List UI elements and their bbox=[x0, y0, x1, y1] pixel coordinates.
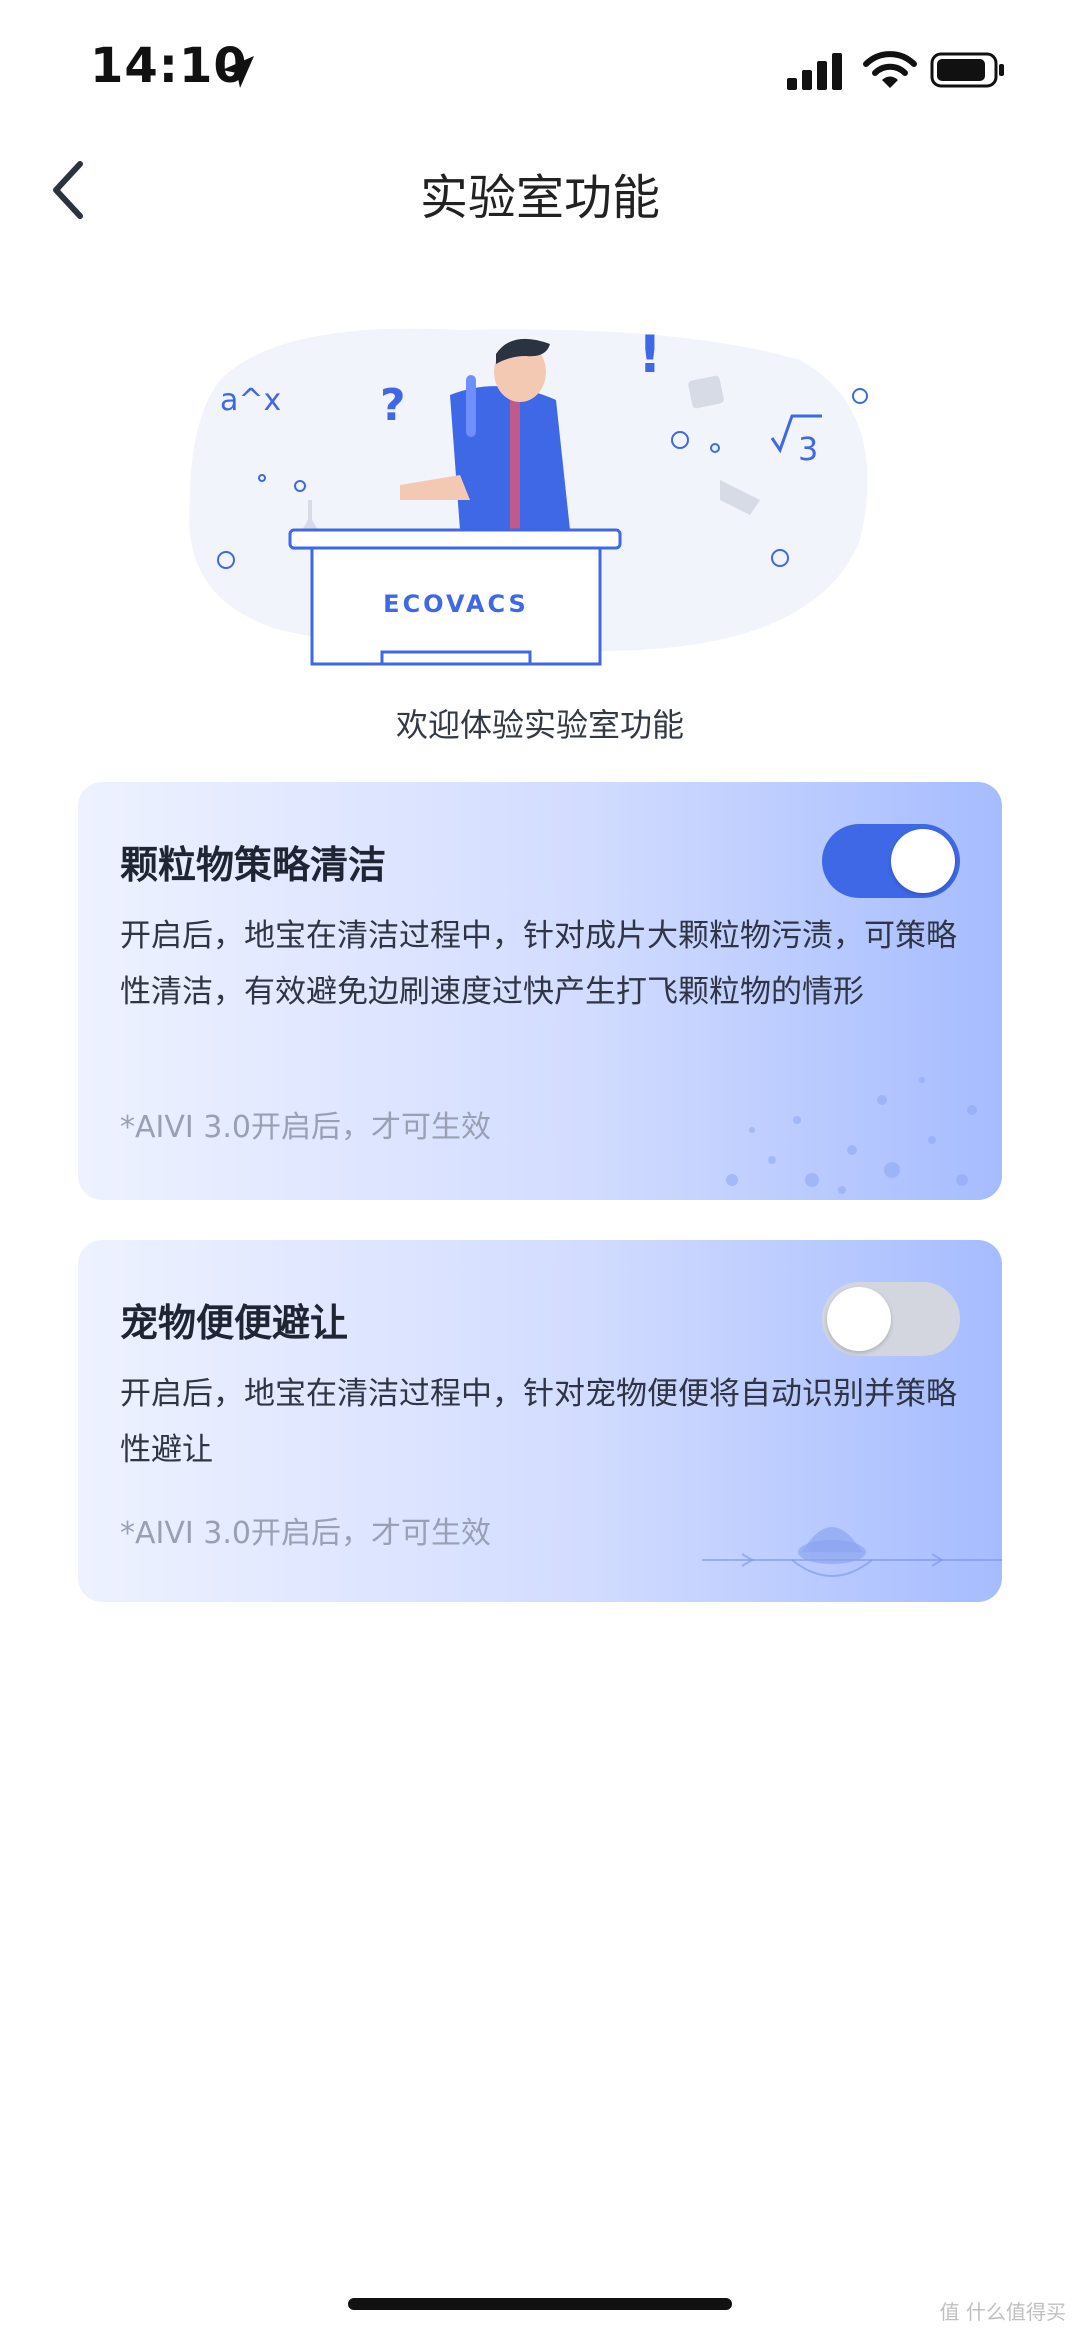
card-description: 开启后，地宝在清洁过程中，针对成片大颗粒物污渍，可策略性清洁，有效避免边刷速度过… bbox=[120, 918, 957, 1010]
cellular-signal-icon bbox=[787, 53, 842, 90]
watermark: 值 什么值得买 bbox=[939, 2300, 1066, 2324]
lab-illustration: a^x ? ! 3 ECOVACS bbox=[189, 325, 868, 666]
particle-cleaning-toggle[interactable] bbox=[822, 824, 960, 898]
card-note: *AIVI 3.0开启后，才可生效 bbox=[120, 1110, 491, 1145]
question-mark-text: ? bbox=[380, 380, 406, 431]
particles-decoration bbox=[726, 1077, 977, 1194]
exclaim-text: ! bbox=[638, 325, 662, 385]
home-indicator[interactable] bbox=[348, 2298, 732, 2310]
formula-text: a^x bbox=[220, 383, 281, 418]
status-bar: 14:10 bbox=[0, 0, 1080, 140]
pet-waste-avoid-decoration bbox=[702, 1527, 1002, 1577]
card-title: 宠物便便避让 bbox=[120, 1301, 349, 1345]
card-title: 颗粒物策略清洁 bbox=[120, 843, 387, 887]
welcome-caption: 欢迎体验实验室功能 bbox=[395, 706, 684, 744]
location-arrow-icon bbox=[222, 56, 254, 88]
toggle-knob bbox=[891, 829, 955, 893]
brand-logo-text: ECOVACS bbox=[383, 590, 529, 618]
nav-bar: 实验室功能 bbox=[0, 140, 1080, 240]
pet-waste-avoidance-toggle[interactable] bbox=[822, 1282, 960, 1356]
battery-icon bbox=[930, 52, 1004, 88]
feature-card-pet-waste-avoidance: 宠物便便避让 开启后，地宝在清洁过程中，针对宠物便便将自动识别并策略性避让 *A… bbox=[78, 1240, 1002, 1602]
sqrt-digit-text: 3 bbox=[798, 430, 818, 468]
card-note: *AIVI 3.0开启后，才可生效 bbox=[120, 1516, 491, 1551]
toggle-knob bbox=[827, 1287, 891, 1351]
wifi-icon bbox=[863, 51, 917, 88]
page-title: 实验室功能 bbox=[419, 170, 660, 226]
feature-card-particle-cleaning: 颗粒物策略清洁 开启后，地宝在清洁过程中，针对成片大颗粒物污渍，可策略性清洁，有… bbox=[78, 782, 1002, 1200]
card-description: 开启后，地宝在清洁过程中，针对宠物便便将自动识别并策略性避让 bbox=[120, 1376, 957, 1468]
